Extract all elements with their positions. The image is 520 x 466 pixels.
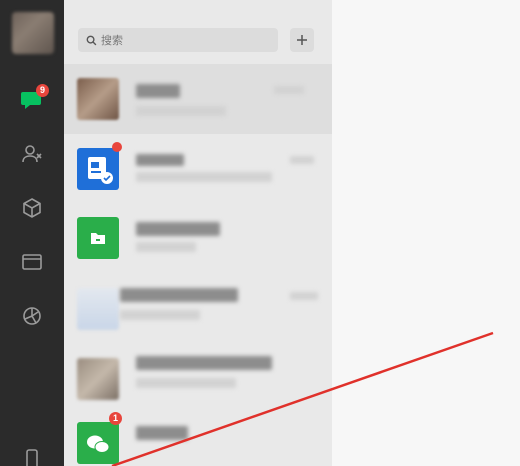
chat-preview-redacted [136, 106, 226, 116]
conversation-pane [332, 0, 520, 466]
search-icon [86, 35, 97, 45]
chat-list-item[interactable] [64, 64, 332, 134]
nav-contacts-button[interactable] [18, 140, 46, 168]
chat-unread-badge: 9 [36, 84, 49, 97]
chat-title-redacted [120, 288, 238, 302]
chat-time-redacted [274, 86, 304, 94]
chat-list-item[interactable] [64, 344, 332, 414]
chat-time-redacted [290, 292, 318, 300]
nav-favorites-button[interactable] [18, 194, 46, 222]
nav-chat-button[interactable]: 9 [18, 84, 49, 114]
chat-avatar [77, 217, 119, 259]
chat-time-redacted [290, 156, 314, 164]
chat-avatar [77, 148, 119, 190]
chat-preview-redacted [120, 310, 200, 320]
nav-files-button[interactable] [18, 248, 46, 276]
document-app-icon [88, 157, 113, 184]
chat-list-item[interactable]: 1 [64, 412, 332, 466]
chat-preview-redacted [136, 242, 196, 252]
chat-avatar [77, 288, 119, 330]
favorites-icon [23, 198, 41, 218]
chat-title-redacted [136, 84, 180, 98]
add-button[interactable] [290, 28, 314, 52]
chat-title-redacted [136, 154, 184, 166]
chat-avatar [77, 422, 119, 464]
moments-icon [23, 307, 41, 325]
chat-unread-badge: 1 [109, 412, 122, 425]
chat-avatar [77, 358, 119, 400]
plus-icon [297, 35, 307, 45]
contacts-icon [22, 145, 42, 163]
chat-preview-redacted [136, 378, 236, 388]
search-bar[interactable]: 搜索 [78, 28, 278, 52]
chat-title-redacted [136, 356, 272, 370]
nav-rail: 9 [0, 0, 64, 466]
wechat-logo-icon [87, 435, 110, 453]
chat-list-item[interactable] [64, 204, 332, 274]
wechat-window: 9 搜索 1 [0, 0, 520, 466]
folder-icon [91, 233, 105, 244]
user-avatar[interactable] [12, 12, 54, 54]
chat-list-item[interactable] [64, 134, 332, 204]
nav-phone-button[interactable] [18, 446, 46, 466]
chat-list-item[interactable] [64, 274, 332, 344]
chat-unread-dot [112, 142, 122, 152]
chat-title-redacted [136, 222, 220, 236]
nav-moments-button[interactable] [18, 302, 46, 330]
search-input[interactable]: 搜索 [101, 32, 123, 48]
files-icon [22, 254, 42, 270]
chat-avatar [77, 78, 119, 120]
chat-list-panel: 搜索 1 [64, 0, 332, 466]
phone-icon [26, 449, 38, 466]
chat-preview-redacted [136, 172, 272, 182]
chat-title-redacted [136, 426, 188, 440]
